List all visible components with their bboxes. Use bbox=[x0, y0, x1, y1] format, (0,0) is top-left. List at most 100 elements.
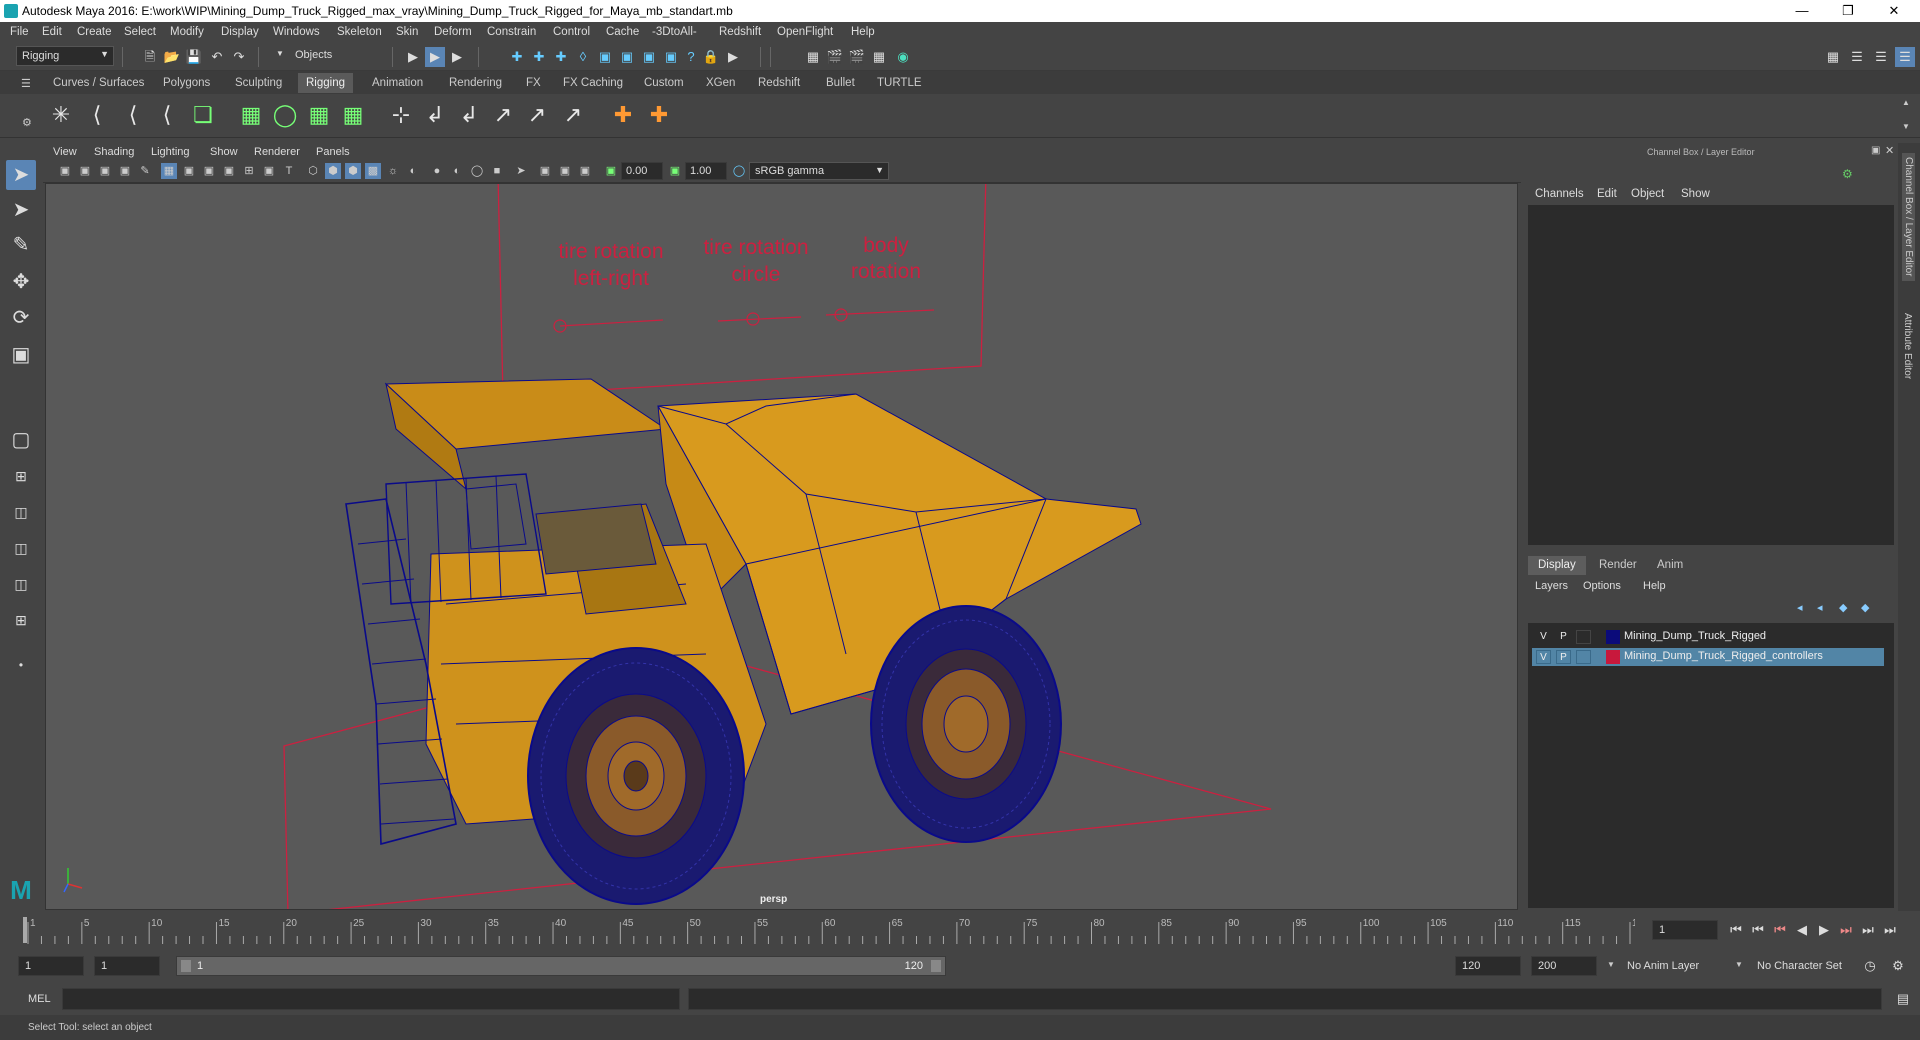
go-to-start-icon[interactable]: ⏮ bbox=[1726, 920, 1746, 940]
lights-icon[interactable]: ☼ bbox=[385, 163, 401, 179]
layer-tab-anim[interactable]: Anim bbox=[1647, 556, 1693, 575]
snap-grid-icon[interactable]: ✚ bbox=[507, 47, 527, 67]
chevron-down-icon[interactable]: ▼ bbox=[1735, 960, 1743, 969]
layer-color-swatch[interactable] bbox=[1606, 630, 1620, 644]
shelf-tab-curves-surfaces[interactable]: Curves / Surfaces bbox=[47, 75, 150, 91]
orient-constraint-icon[interactable]: ↲ bbox=[420, 100, 450, 130]
attribute-editor-toggle-icon[interactable]: ☰ bbox=[1847, 47, 1867, 67]
shelf-menu-icon[interactable]: ☰ bbox=[21, 77, 31, 90]
close-button[interactable]: ✕ bbox=[1872, 0, 1916, 22]
layer-row-selected[interactable]: V P Mining_Dump_Truck_Rigged_controllers bbox=[1532, 648, 1884, 666]
panel-menu-show[interactable]: Show bbox=[210, 146, 238, 158]
snap-surface-icon[interactable]: ▣ bbox=[595, 47, 615, 67]
bookmark-icon[interactable]: ▣ bbox=[77, 163, 93, 179]
select-hierarchy-icon[interactable]: ▶ bbox=[403, 47, 423, 67]
rear-wheel-mesh[interactable] bbox=[870, 605, 1062, 843]
grease-pencil-icon[interactable]: ✎ bbox=[137, 163, 153, 179]
textured-icon[interactable]: ▩ bbox=[365, 163, 381, 179]
move-tool-icon[interactable]: ✥ bbox=[6, 267, 36, 297]
menu-constrain[interactable]: Constrain bbox=[487, 26, 536, 38]
aim-constraint-icon[interactable]: ↗ bbox=[488, 100, 518, 130]
menu-skeleton[interactable]: Skeleton bbox=[337, 26, 382, 38]
new-empty-layer-icon[interactable]: ◆ bbox=[1839, 601, 1847, 614]
script-editor-icon[interactable]: ▤ bbox=[1893, 989, 1913, 1009]
move-layer-up-icon[interactable]: ◂ bbox=[1797, 601, 1803, 614]
scale-constraint-icon[interactable]: ↗ bbox=[522, 100, 552, 130]
insert-joint-icon[interactable]: ⟨ bbox=[152, 100, 182, 130]
new-layer-selected-icon[interactable]: ◆ bbox=[1861, 601, 1869, 614]
xray-icon[interactable]: ▣ bbox=[537, 163, 553, 179]
command-input[interactable] bbox=[62, 988, 680, 1010]
chevron-down-icon[interactable]: ▼ bbox=[1607, 960, 1615, 969]
layer-playback-toggle[interactable]: P bbox=[1556, 650, 1571, 664]
layer-menu-layers[interactable]: Layers bbox=[1535, 580, 1568, 592]
film-gate-icon[interactable]: ▣ bbox=[181, 163, 197, 179]
time-ruler[interactable]: 1 5 10 15 20 25 30 35 40 45 50 55 60 65 70 75 80 85 90 95 10… bbox=[20, 914, 1635, 947]
layer-row[interactable]: V P Mining_Dump_Truck_Rigged bbox=[1532, 628, 1884, 646]
view-transform-dropdown[interactable]: sRGB gamma ▼ bbox=[749, 162, 889, 180]
snap-point-icon[interactable]: ✚ bbox=[551, 47, 571, 67]
shelf-tab-rigging[interactable]: Rigging bbox=[298, 73, 353, 93]
select-tool-icon[interactable]: ➤ bbox=[6, 160, 36, 190]
open-scene-icon[interactable]: 📂 bbox=[162, 47, 182, 67]
shelf-tab-redshift[interactable]: Redshift bbox=[752, 75, 806, 91]
layer-menu-options[interactable]: Options bbox=[1583, 580, 1621, 592]
snap-together-icon[interactable]: ▣ bbox=[661, 47, 681, 67]
cluster-icon[interactable]: ▦ bbox=[338, 100, 368, 130]
menu-deform[interactable]: Deform bbox=[434, 26, 472, 38]
camera-attributes-icon[interactable]: ▣ bbox=[57, 163, 73, 179]
two-d-pan-icon[interactable]: ▣ bbox=[117, 163, 133, 179]
shelf-tab-rendering[interactable]: Rendering bbox=[443, 75, 508, 91]
shadows-icon[interactable]: ◐ bbox=[405, 163, 421, 179]
xray-joints-icon[interactable]: ▣ bbox=[557, 163, 573, 179]
menu-windows[interactable]: Windows bbox=[273, 26, 320, 38]
menu-select[interactable]: Select bbox=[124, 26, 156, 38]
shelf-settings-icon[interactable]: ⚙ bbox=[22, 116, 32, 129]
channel-box-area[interactable] bbox=[1528, 205, 1894, 545]
play-backward-icon[interactable]: ◀ bbox=[1792, 920, 1812, 940]
auto-key-icon[interactable]: ◷ bbox=[1860, 956, 1880, 976]
four-view-layout-icon[interactable]: ⊞ bbox=[6, 461, 36, 491]
tool-settings-toggle-icon[interactable]: ☰ bbox=[1871, 47, 1891, 67]
shelf-tab-animation[interactable]: Animation bbox=[366, 75, 429, 91]
shelf-scroll-up-icon[interactable]: ▲ bbox=[1902, 98, 1910, 107]
menu-skin[interactable]: Skin bbox=[396, 26, 418, 38]
pole-vector-icon[interactable]: ↗ bbox=[558, 100, 588, 130]
panel-menu-lighting[interactable]: Lighting bbox=[151, 146, 190, 158]
snap-plane-icon[interactable]: ◊ bbox=[573, 47, 593, 67]
point-constraint-icon[interactable]: ⊹ bbox=[386, 100, 416, 130]
animation-preferences-icon[interactable]: ⚙ bbox=[1888, 956, 1908, 976]
channel-box-settings-icon[interactable]: ⚙ bbox=[1842, 167, 1853, 181]
panel-float-icon[interactable]: ▣ bbox=[1871, 145, 1880, 156]
select-object-icon[interactable]: ▶ bbox=[425, 47, 445, 67]
undo-icon[interactable]: ↶ bbox=[207, 47, 227, 67]
menu-cache[interactable]: Cache bbox=[606, 26, 639, 38]
front-wheel-mesh[interactable] bbox=[527, 647, 745, 905]
wireframe-icon[interactable]: ⬡ bbox=[305, 163, 321, 179]
scale-tool-icon[interactable]: ▣ bbox=[6, 340, 36, 370]
wireframe-on-shaded-icon[interactable]: ⬢ bbox=[345, 163, 361, 179]
snap-view-icon[interactable]: ▣ bbox=[617, 47, 637, 67]
controller-panel-curve[interactable] bbox=[497, 184, 987, 397]
select-component-icon[interactable]: ▶ bbox=[447, 47, 467, 67]
panel-menu-shading[interactable]: Shading bbox=[94, 146, 134, 158]
parent-constraint-icon[interactable]: ↲ bbox=[454, 100, 484, 130]
ik-fk-switch-icon[interactable]: ✚ bbox=[644, 100, 674, 130]
channel-box-toggle-icon[interactable]: ☰ bbox=[1895, 47, 1915, 67]
time-slider[interactable]: 1 5 10 15 20 25 30 35 40 45 50 55 60 65 70 75 80 85 90 95 10… bbox=[20, 914, 1635, 947]
menu-openflight[interactable]: OpenFlight bbox=[777, 26, 833, 38]
current-time-marker[interactable] bbox=[23, 917, 27, 943]
uv-layout-icon[interactable]: ⊞ bbox=[6, 605, 36, 635]
custom-layout-icon[interactable]: • bbox=[6, 650, 36, 680]
panel-close-icon[interactable]: ✕ bbox=[1885, 144, 1894, 157]
new-scene-icon[interactable]: 🗎 bbox=[140, 47, 160, 67]
menu-edit[interactable]: Edit bbox=[42, 26, 62, 38]
hypershade-layout-icon[interactable]: ◫ bbox=[6, 569, 36, 599]
layer-display-type[interactable] bbox=[1576, 630, 1591, 644]
step-forward-frame-icon[interactable]: ⏭ bbox=[1836, 920, 1856, 940]
hypershade-icon[interactable]: ◉ bbox=[893, 47, 913, 67]
playback-end-field[interactable]: 120 bbox=[1455, 956, 1521, 976]
gate-mask-icon[interactable]: ▣ bbox=[221, 163, 237, 179]
render-view-icon[interactable]: ▦ bbox=[803, 47, 823, 67]
resolution-gate-icon[interactable]: ▣ bbox=[201, 163, 217, 179]
